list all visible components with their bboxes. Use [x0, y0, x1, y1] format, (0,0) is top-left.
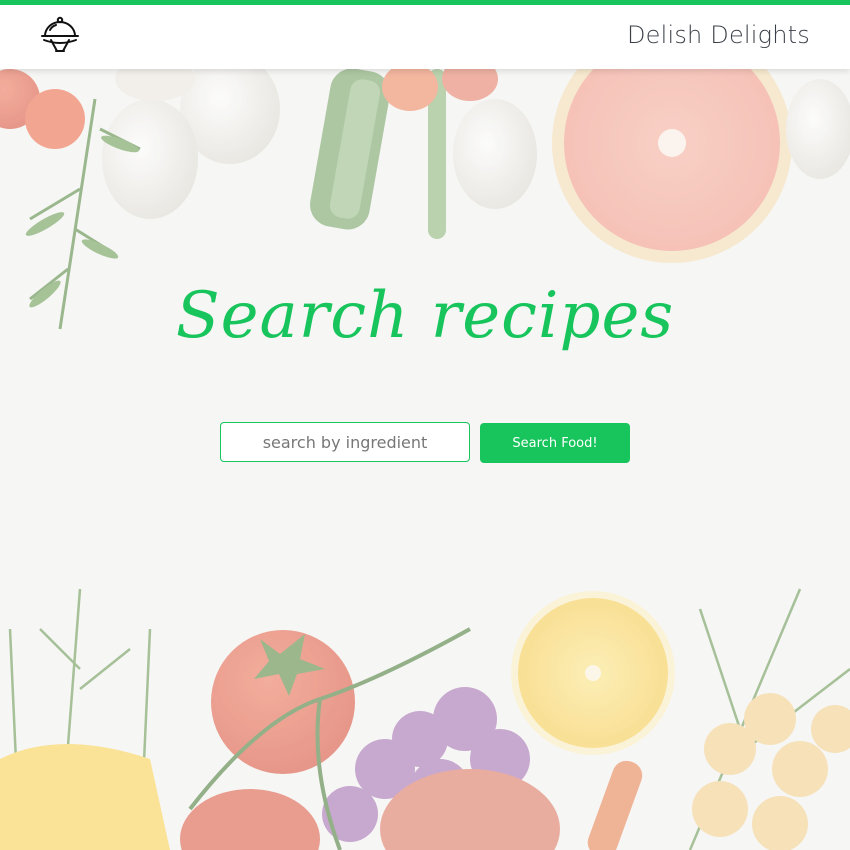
- site-brand[interactable]: Delish Delights: [627, 21, 810, 49]
- hero-section: Search recipes Search Food!: [0, 69, 850, 850]
- search-food-button[interactable]: Search Food!: [480, 423, 630, 463]
- hero-title: Search recipes: [175, 279, 675, 353]
- page: Delish Delights Search recipes search by…: [0, 0, 850, 850]
- food-cloche-icon[interactable]: [40, 16, 80, 58]
- top-accent-bar: [0, 0, 850, 5]
- site-header: Delish Delights: [0, 5, 850, 69]
- ingredient-search-input[interactable]: [220, 422, 470, 462]
